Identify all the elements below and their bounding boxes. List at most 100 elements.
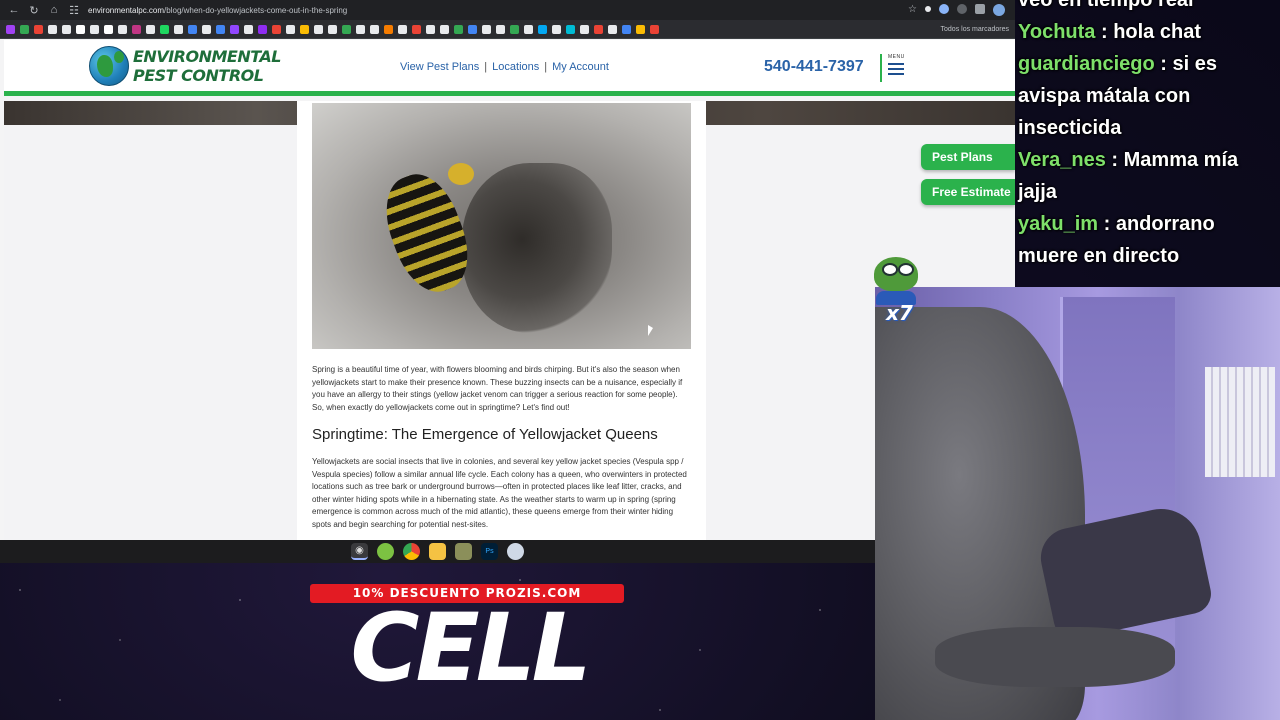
bookmark-icon[interactable]	[132, 24, 141, 34]
chat-username: yaku_im	[1018, 213, 1099, 235]
blog-article: Spring is a beautiful time of year, with…	[297, 101, 706, 540]
emote-count: x7	[886, 301, 913, 325]
bookmark-icon[interactable]	[314, 24, 323, 34]
bookmark-icon[interactable]	[230, 24, 239, 34]
url-text[interactable]: environmentalpc.com/blog/when-do-yellowj…	[88, 6, 900, 15]
bookmark-icon[interactable]	[426, 24, 435, 34]
bookmark-icon[interactable]	[510, 24, 519, 34]
article-section-heading: Springtime: The Emergence of Yellowjacke…	[312, 426, 658, 443]
extension-icon[interactable]	[939, 4, 949, 14]
puzzle-icon[interactable]	[975, 4, 985, 14]
menu-button[interactable]: MENU	[880, 54, 910, 82]
bookmark-icon[interactable]	[76, 24, 85, 34]
frog-emote-icon	[874, 257, 918, 291]
photoshop-icon[interactable]: Ps	[481, 543, 498, 560]
taskbar: ◉ Ps	[0, 540, 875, 563]
all-bookmarks-button[interactable]: Todos los marcadores	[941, 26, 1009, 33]
chat-message: veo en tiempo real	[1018, 0, 1280, 16]
chat-username: guardianciego	[1018, 53, 1155, 75]
bookmark-icon[interactable]	[328, 24, 337, 34]
bookmark-icon[interactable]	[48, 24, 57, 34]
bookmark-icon[interactable]	[454, 24, 463, 34]
bookmark-icon[interactable]	[482, 24, 491, 34]
top-nav: View Pest Plans | Locations | My Account	[400, 61, 609, 73]
chat-message: Yochuta : hola chat	[1018, 16, 1280, 48]
logo-line-2: PEST CONTROL	[133, 66, 264, 85]
chat-message: yaku_im : andorrano muere en directo	[1018, 208, 1280, 272]
obs-app-icon[interactable]: ◉	[351, 543, 368, 560]
chat-app-icon[interactable]	[377, 543, 394, 560]
bookmark-icon[interactable]	[62, 24, 71, 34]
bookmark-icon[interactable]	[524, 24, 533, 34]
bookmark-icon[interactable]	[636, 24, 645, 34]
star-icon[interactable]: ☆	[908, 4, 917, 16]
bookmark-icon[interactable]	[608, 24, 617, 34]
bookmarks-bar: Todos los marcadores	[0, 20, 1015, 39]
bookmark-icon[interactable]	[216, 24, 225, 34]
bookmark-icon[interactable]	[300, 24, 309, 34]
bookmark-icon[interactable]	[118, 24, 127, 34]
file-explorer-icon[interactable]	[429, 543, 446, 560]
logo-text: ENVIRONMENTAL PEST CONTROL	[133, 47, 281, 85]
bookmark-icon[interactable]	[622, 24, 631, 34]
bookmark-icon[interactable]	[244, 24, 253, 34]
nav-link-pest-plans[interactable]: View Pest Plans	[400, 61, 479, 73]
site-logo[interactable]: ENVIRONMENTAL PEST CONTROL	[89, 46, 281, 86]
paper-nest-shape	[462, 163, 612, 333]
bookmark-icon[interactable]	[468, 24, 477, 34]
bookmark-icon[interactable]	[412, 24, 421, 34]
bookmark-icon[interactable]	[650, 24, 659, 34]
reload-icon[interactable]: ↻	[28, 4, 40, 17]
bookmark-icon[interactable]	[146, 24, 155, 34]
bookmark-icon[interactable]	[272, 24, 281, 34]
extension-icon[interactable]	[925, 6, 931, 12]
extension-icons: ☆	[908, 4, 1005, 16]
bookmark-icon[interactable]	[202, 24, 211, 34]
chat-text: veo en tiempo real	[1018, 0, 1194, 11]
pepe-emote: x7	[874, 257, 922, 327]
bookmark-icon[interactable]	[286, 24, 295, 34]
nav-separator: |	[544, 61, 548, 73]
bookmark-icon[interactable]	[104, 24, 113, 34]
pest-plans-button[interactable]: Pest Plans	[921, 144, 1015, 170]
extension-icon[interactable]	[957, 4, 967, 14]
chat-text: : hola chat	[1095, 21, 1201, 43]
nav-link-my-account[interactable]: My Account	[552, 61, 609, 73]
bookmark-icon[interactable]	[370, 24, 379, 34]
hamburger-icon	[888, 62, 910, 75]
chat-username: Vera_nes	[1018, 149, 1106, 171]
bookmark-icon[interactable]	[34, 24, 43, 34]
app-icon[interactable]	[507, 543, 524, 560]
bookmark-icon[interactable]	[90, 24, 99, 34]
bookmark-icon[interactable]	[258, 24, 267, 34]
bookmark-icon[interactable]	[160, 24, 169, 34]
promo-brand-word: CELL	[350, 594, 592, 703]
bookmark-icon[interactable]	[552, 24, 561, 34]
free-estimate-button[interactable]: Free Estimate	[921, 179, 1015, 205]
bookmark-icon[interactable]	[538, 24, 547, 34]
nav-link-locations[interactable]: Locations	[492, 61, 539, 73]
chrome-icon[interactable]	[403, 543, 420, 560]
stream-chat-overlay: veo en tiempo real Yochuta : hola chat g…	[1015, 0, 1280, 287]
phone-number-link[interactable]: 540-441-7397	[764, 58, 864, 76]
minecraft-icon[interactable]	[455, 543, 472, 560]
bookmark-icon[interactable]	[356, 24, 365, 34]
home-icon[interactable]: ⌂	[48, 4, 60, 16]
bookmark-icon[interactable]	[496, 24, 505, 34]
back-icon[interactable]: ←	[8, 4, 20, 16]
site-info-icon[interactable]: ☷	[68, 4, 80, 17]
bookmark-icon[interactable]	[188, 24, 197, 34]
bookmark-icon[interactable]	[566, 24, 575, 34]
bookmark-icon[interactable]	[398, 24, 407, 34]
bookmark-icon[interactable]	[342, 24, 351, 34]
bookmark-icon[interactable]	[440, 24, 449, 34]
bookmark-icon[interactable]	[20, 24, 29, 34]
chat-message: Vera_nes : Mamma mía jajja	[1018, 144, 1280, 208]
bookmark-icon[interactable]	[6, 24, 15, 34]
bookmark-icon[interactable]	[594, 24, 603, 34]
bookmark-icon[interactable]	[580, 24, 589, 34]
bookmark-icon[interactable]	[384, 24, 393, 34]
bookmark-icon[interactable]	[174, 24, 183, 34]
profile-avatar[interactable]	[993, 4, 1005, 16]
url-path: /blog/when-do-yellowjackets-come-out-in-…	[164, 5, 348, 15]
